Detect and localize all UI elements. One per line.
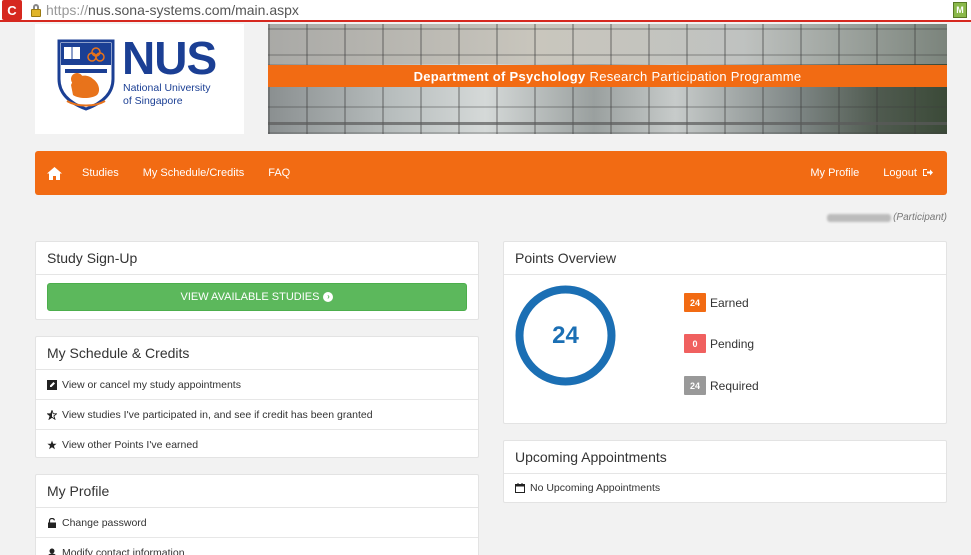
no-appointments-row: No Upcoming Appointments (504, 474, 946, 502)
logo-line-2: of Singapore (123, 95, 183, 107)
nus-crest-icon (57, 39, 115, 111)
banner-dept-name: Department of Psychology (413, 68, 586, 84)
calendar-icon (515, 483, 525, 493)
points-overview-title: Points Overview (504, 242, 946, 275)
upcoming-appointments-panel: Upcoming Appointments No Upcoming Appoin… (503, 440, 947, 503)
nav-logout[interactable]: Logout (871, 167, 945, 179)
list-item-modify-contact-info[interactable]: Modify contact information (36, 538, 478, 555)
nav-right-group: My Profile Logout (798, 167, 947, 179)
logout-label: Logout (883, 167, 917, 179)
nav-studies[interactable]: Studies (70, 167, 131, 179)
required-label: Required (710, 378, 759, 393)
extension-icon[interactable]: M (953, 2, 967, 18)
study-signup-title: Study Sign-Up (36, 242, 478, 275)
lock-icon (30, 3, 42, 17)
list-item-view-other-points[interactable]: View other Points I've earned (36, 430, 478, 460)
list-item-view-participated-studies[interactable]: View studies I've participated in, and s… (36, 400, 478, 430)
url-field[interactable]: https://nus.sona-systems.com/main.aspx (46, 2, 299, 18)
earned-label: Earned (710, 295, 749, 310)
banner-programme-name: Research Participation Programme (589, 68, 802, 84)
view-available-studies-button[interactable]: VIEW AVAILABLE STUDIES › (47, 283, 467, 311)
no-appointments-label: No Upcoming Appointments (530, 482, 661, 494)
circle-arrow-right-icon: › (323, 292, 334, 302)
upcoming-appointments-title: Upcoming Appointments (504, 441, 946, 474)
list-item-label: View or cancel my study appointments (62, 378, 241, 391)
schedule-credits-panel: My Schedule & Credits View or cancel my … (35, 336, 479, 458)
user-icon (47, 548, 57, 555)
browser-address-bar: C https://nus.sona-systems.com/main.aspx… (0, 0, 971, 22)
schedule-credits-title: My Schedule & Credits (36, 337, 478, 370)
earned-badge: 24 (684, 293, 706, 312)
points-required-row: 24 Required (684, 376, 759, 395)
reload-icon[interactable]: C (2, 0, 22, 20)
nav-schedule-credits[interactable]: My Schedule/Credits (131, 167, 257, 179)
logo-acronym: NUS (122, 32, 217, 84)
participant-label: (Participant) (827, 212, 947, 223)
nav-faq[interactable]: FAQ (256, 167, 302, 179)
required-badge: 24 (684, 376, 706, 395)
unlock-icon (47, 517, 57, 528)
points-donut-chart: 24 (514, 284, 617, 387)
points-pending-row: 0 Pending (684, 334, 754, 353)
points-total: 24 (552, 321, 579, 349)
list-item-change-password[interactable]: Change password (36, 508, 478, 538)
nav-my-profile[interactable]: My Profile (798, 167, 871, 179)
list-item-label: Modify contact information (62, 547, 185, 555)
url-protocol: https:// (46, 2, 89, 18)
list-item-label: Change password (62, 516, 147, 529)
participant-role: (Participant) (893, 212, 947, 223)
redacted-username (827, 213, 892, 222)
points-overview-panel: Points Overview 24 24 Earned 0 Pending 2… (503, 241, 947, 424)
my-profile-panel: My Profile Change password Modify contac… (35, 474, 479, 555)
study-signup-panel: Study Sign-Up VIEW AVAILABLE STUDIES › (35, 241, 479, 320)
url-path: nus.sona-systems.com/main.aspx (88, 2, 299, 18)
list-item-view-cancel-appointments[interactable]: View or cancel my study appointments (36, 370, 478, 400)
star-icon (47, 440, 57, 450)
banner-photo-rail (268, 122, 947, 125)
my-profile-title: My Profile (36, 475, 478, 508)
view-studies-label: VIEW AVAILABLE STUDIES (180, 291, 320, 303)
main-navbar: Studies My Schedule/Credits FAQ My Profi… (35, 151, 947, 195)
logo-line-1: National University (123, 82, 211, 94)
pending-badge: 0 (684, 334, 706, 353)
header-banner: Department of Psychology Research Partic… (268, 24, 947, 134)
sign-out-icon (923, 169, 933, 176)
pending-label: Pending (710, 336, 755, 351)
logo-university-name: National University of Singapore (123, 82, 211, 108)
half-star-icon (47, 409, 57, 420)
points-earned-row: 24 Earned (684, 293, 749, 312)
edit-icon (47, 379, 57, 390)
list-item-label: View other Points I've earned (62, 439, 199, 451)
home-icon[interactable] (47, 166, 62, 180)
banner-title: Department of Psychology Research Partic… (268, 65, 947, 87)
list-item-label: View studies I've participated in, and s… (62, 408, 373, 421)
nus-logo[interactable]: NUS National University of Singapore (35, 24, 244, 134)
